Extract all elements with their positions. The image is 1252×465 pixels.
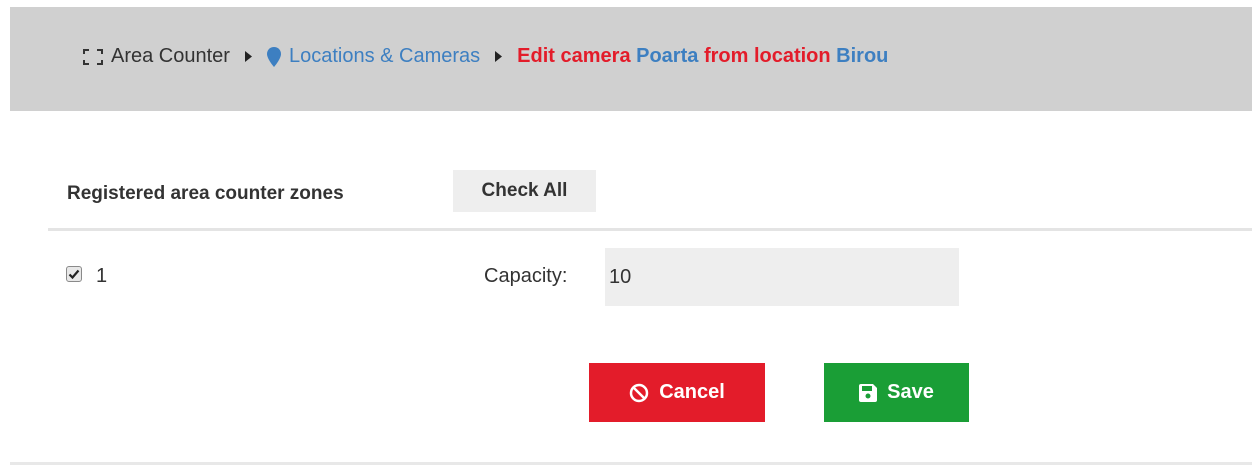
checkmark-icon bbox=[68, 269, 80, 280]
caret-right-icon bbox=[244, 51, 252, 62]
cancel-label: Cancel bbox=[659, 381, 725, 403]
capacity-label: Capacity: bbox=[484, 265, 568, 287]
floppy-disk-icon bbox=[859, 383, 878, 402]
breadcrumb-area-counter[interactable]: Area Counter bbox=[111, 45, 230, 68]
breadcrumb-current-page: Edit camera Poarta from location Birou bbox=[517, 45, 888, 68]
save-button[interactable]: Save bbox=[824, 363, 969, 422]
zone-label: 1 bbox=[96, 265, 108, 287]
current-location-name: Birou bbox=[836, 45, 889, 67]
current-middle: from location bbox=[703, 45, 831, 67]
ban-icon bbox=[629, 383, 649, 403]
zones-heading: Registered area counter zones bbox=[67, 183, 344, 204]
header-bar: Area Counter Locations & Cameras Edit ca… bbox=[10, 7, 1252, 111]
cancel-button[interactable]: Cancel bbox=[589, 363, 765, 422]
capacity-input[interactable] bbox=[605, 248, 959, 306]
caret-right-icon bbox=[495, 51, 503, 62]
breadcrumb-locations-cameras[interactable]: Locations & Cameras bbox=[289, 45, 480, 68]
map-marker-icon bbox=[266, 46, 281, 67]
divider bbox=[48, 228, 1252, 231]
save-label: Save bbox=[887, 381, 934, 403]
expand-icon bbox=[83, 48, 103, 65]
current-camera-name: Poarta bbox=[636, 45, 699, 67]
current-prefix: Edit camera bbox=[517, 45, 631, 67]
zone-checkbox[interactable] bbox=[66, 266, 82, 282]
breadcrumb: Area Counter Locations & Cameras Edit ca… bbox=[83, 45, 888, 68]
check-all-button[interactable]: Check All bbox=[453, 170, 596, 212]
